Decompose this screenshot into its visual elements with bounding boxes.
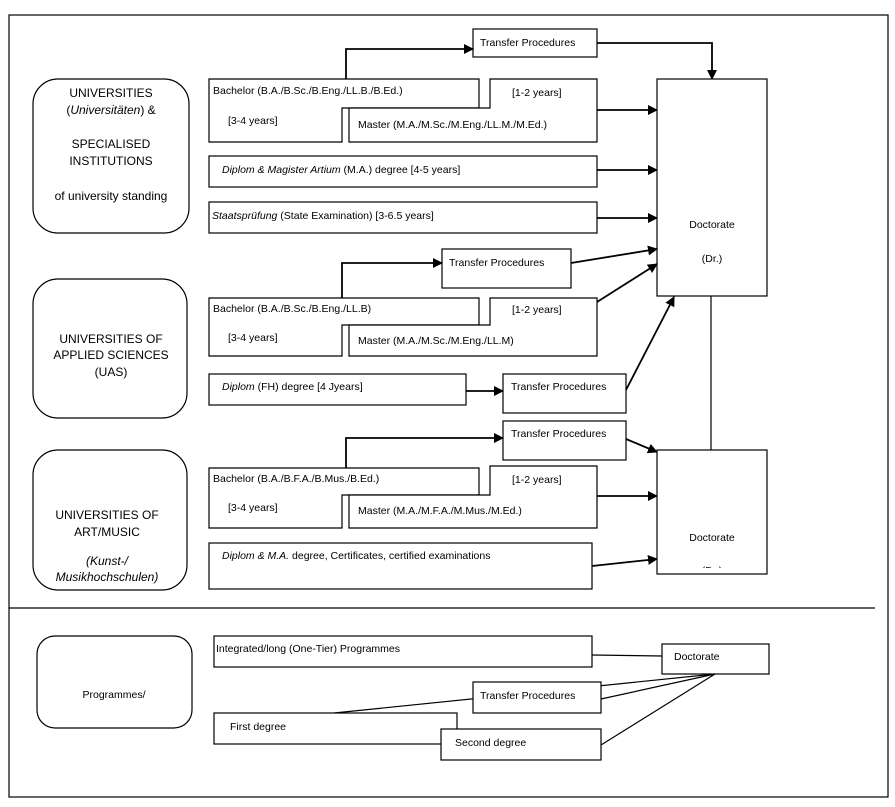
uas-label-2: APPLIED SCIENCES	[53, 348, 168, 362]
uas-label-1: UNIVERSITIES OF	[59, 332, 162, 346]
uni-staats-label: Staatsprüfung (State Examination) [3-6.5…	[212, 210, 434, 222]
art-transfer-arrow	[625, 438, 658, 454]
art-diplom-label: Diplom & M.A. degree, Certificates, cert…	[222, 550, 490, 562]
art-label-1: UNIVERSITIES OF	[55, 508, 158, 522]
legend-doctorate-label: Doctorate	[674, 651, 720, 663]
uni-label-3: SPECIALISED	[72, 137, 151, 151]
uas-diplom-transfer-arrow	[625, 296, 675, 391]
universities-section: UNIVERSITIES (Universitäten) & SPECIALIS…	[32, 28, 768, 297]
uas-master-years: [1-2 years]	[512, 304, 562, 316]
legend-transfer-line	[600, 673, 716, 700]
uas-transfer-label: Transfer Procedures	[449, 257, 544, 269]
uas-bachelor-years: [3-4 years]	[228, 332, 278, 344]
uni-master-years: [1-2 years]	[512, 87, 562, 99]
legend-second-degree-label: Second degree	[455, 737, 526, 749]
higher-education-diagram: UNIVERSITIES (Universitäten) & SPECIALIS…	[8, 14, 889, 798]
uas-bachelor-to-transfer-arrow	[341, 258, 443, 298]
art-section: UNIVERSITIES OF ART/MUSIC (Kunst-/ Musik…	[32, 420, 768, 591]
uas-master-arrow	[596, 263, 658, 303]
uni-diplom-label: Diplom & Magister Artium (M.A.) degree […	[222, 164, 460, 176]
legend-first-degree-label: First degree	[230, 721, 286, 733]
legend-section: Programmes/ Integrated/long (One-Tier) P…	[36, 635, 770, 761]
uni-label-2: (Universitäten) &	[66, 103, 155, 117]
uas-section: UNIVERSITIES OF APPLIED SCIENCES (UAS) T…	[32, 245, 712, 450]
art-bachelor-to-transfer-arrow	[345, 433, 504, 468]
legend-programmes-box	[36, 635, 193, 729]
uni-transfer-to-doctorate-arrow	[597, 42, 717, 80]
art-transfer-box	[502, 420, 627, 461]
legend-transfer-label: Transfer Procedures	[480, 690, 575, 702]
legend-integrated-label: Integrated/long (One-Tier) Programmes	[216, 643, 400, 655]
uni-bachelor-to-transfer-arrow	[345, 44, 474, 79]
uas-diplom-transfer-label: Transfer Procedures	[511, 381, 606, 393]
art-label-4: Musikhochschulen)	[56, 570, 159, 584]
legend-second-degree-line	[600, 673, 716, 746]
uas-diplom-label: Diplom (FH) degree [4 Jyears]	[222, 381, 363, 393]
uni-label-1: UNIVERSITIES	[69, 86, 152, 100]
uni-bachelor-years: [3-4 years]	[228, 115, 278, 127]
legend-integrated-line	[591, 654, 663, 657]
art-bachelor-years: [3-4 years]	[228, 502, 278, 514]
uni-label-4: INSTITUTIONS	[69, 154, 152, 168]
art-diplom-arrow	[591, 554, 658, 567]
legend-programmes-label: Programmes/	[82, 689, 145, 701]
uas-transfer-arrow	[570, 245, 658, 264]
uas-master-label: Master (M.A./M.Sc./M.Eng./LL.M)	[358, 335, 514, 347]
uni-label-5: of university standing	[55, 189, 168, 203]
art-label-3: (Kunst-/	[86, 554, 130, 568]
uni-master-label: Master (M.A./M.Sc./M.Eng./LL.M./M.Ed.)	[358, 119, 547, 131]
art-label-2: ART/MUSIC	[74, 525, 140, 539]
art-bachelor-label: Bachelor (B.A./B.F.A./B.Mus./B.Ed.)	[213, 473, 379, 485]
art-master-label: Master (M.A./M.F.A./M.Mus./M.Ed.)	[358, 505, 522, 517]
uni-doctorate-abbr: (Dr.)	[702, 253, 722, 265]
art-doctorate-box	[656, 449, 768, 575]
art-transfer-label: Transfer Procedures	[511, 428, 606, 440]
uni-bachelor-label: Bachelor (B.A./B.Sc./B.Eng./LL.B./B.Ed.)	[213, 85, 403, 97]
art-master-years: [1-2 years]	[512, 474, 562, 486]
uas-bachelor-label: Bachelor (B.A./B.Sc./B.Eng./LL.B)	[213, 303, 371, 315]
uni-transfer-label: Transfer Procedures	[480, 37, 575, 49]
art-doctorate-label: Doctorate	[689, 532, 735, 544]
uas-label-3: (UAS)	[95, 365, 128, 379]
uas-diplom-transfer-box	[502, 373, 627, 414]
uni-doctorate-label: Doctorate	[689, 219, 735, 231]
